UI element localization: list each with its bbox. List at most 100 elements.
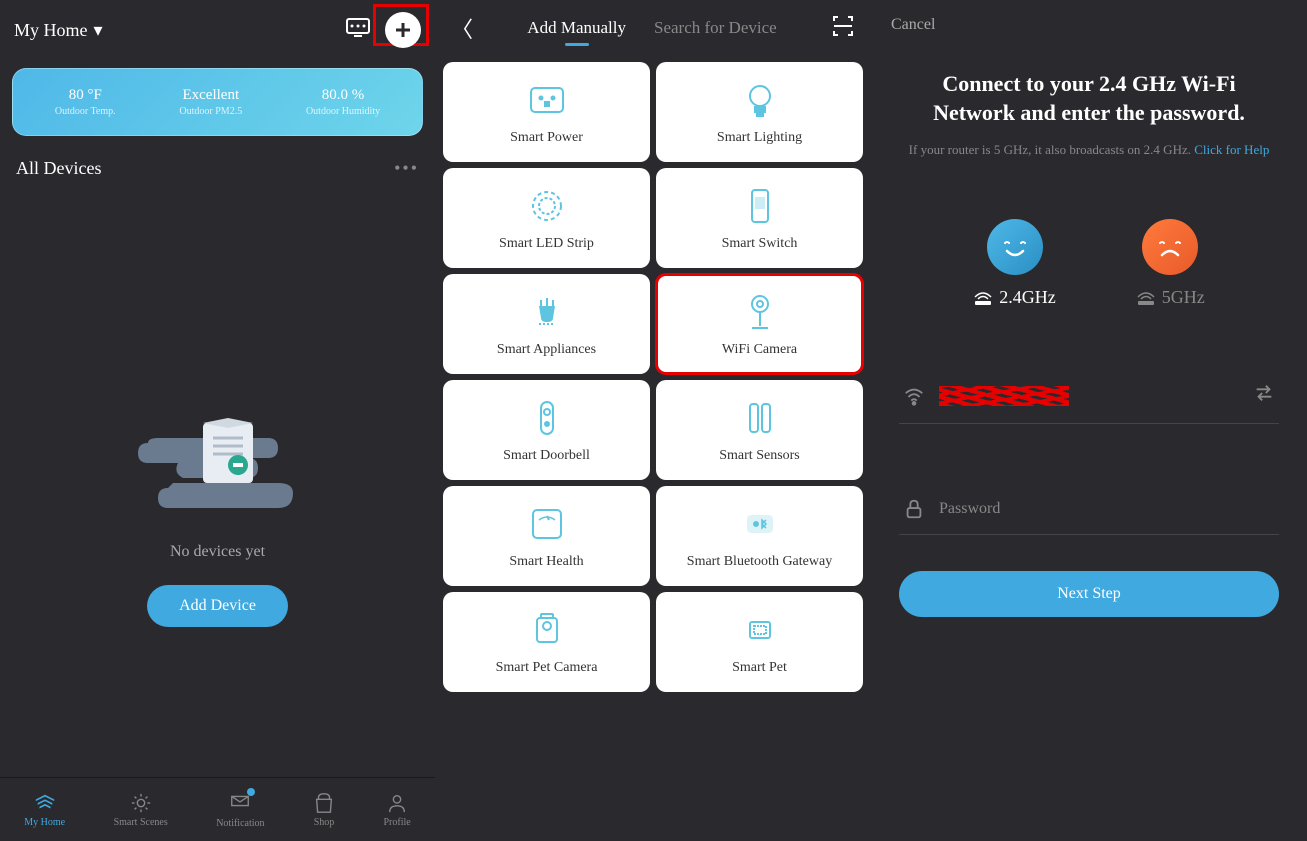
nav-scenes-label: Smart Scenes	[114, 817, 168, 828]
more-icon[interactable]: •••	[394, 158, 419, 179]
sensor-icon	[738, 396, 782, 440]
add-device-screen: 〈 Add Manually Search for Device Smart P…	[435, 0, 871, 841]
bulb-icon	[738, 78, 782, 122]
weather-quality: Excellent Outdoor PM2.5	[179, 87, 242, 117]
empty-illustration-icon	[128, 393, 308, 523]
quality-label: Outdoor PM2.5	[179, 106, 242, 117]
device-smart-switch[interactable]: Smart Switch	[656, 168, 863, 268]
device-label: Smart Switch	[722, 236, 798, 252]
add-device-tabs: Add Manually Search for Device	[527, 18, 776, 38]
temp-label: Outdoor Temp.	[55, 106, 116, 117]
router-icon	[973, 291, 993, 305]
tab-add-manually[interactable]: Add Manually	[527, 18, 626, 38]
add-button[interactable]	[385, 12, 421, 48]
wifi-header: Cancel	[871, 0, 1307, 50]
freq-5ghz[interactable]: 5GHz	[1136, 219, 1205, 308]
ssid-value-redacted[interactable]	[939, 384, 1239, 408]
pet-camera-icon	[525, 608, 569, 652]
appliance-icon	[525, 290, 569, 334]
device-smart-health[interactable]: Smart Health	[443, 486, 650, 586]
device-smart-bluetooth-gateway[interactable]: Smart Bluetooth Gateway	[656, 486, 863, 586]
power-outlet-icon	[525, 78, 569, 122]
home-selector[interactable]: My Home ▾	[14, 20, 103, 41]
temp-value: 80 °F	[55, 87, 116, 104]
password-input-row	[899, 484, 1279, 535]
quality-value: Excellent	[179, 87, 242, 104]
device-label: Smart Power	[510, 130, 583, 146]
notification-badge-icon	[229, 790, 251, 815]
device-smart-sensors[interactable]: Smart Sensors	[656, 380, 863, 480]
scan-icon[interactable]	[831, 14, 855, 43]
device-label: Smart Appliances	[497, 342, 596, 358]
all-devices-label: All Devices	[16, 158, 101, 179]
nav-scenes[interactable]: Smart Scenes	[114, 792, 168, 828]
nav-notification[interactable]: Notification	[216, 790, 264, 829]
next-step-button[interactable]: Next Step	[899, 571, 1279, 617]
device-type-grid: Smart Power Smart Lighting Smart LED Str…	[435, 56, 871, 698]
ssid-input-row	[899, 368, 1279, 424]
device-smart-appliances[interactable]: Smart Appliances	[443, 274, 650, 374]
home-header: My Home ▾	[0, 0, 435, 60]
freq-24ghz[interactable]: 2.4GHz	[973, 219, 1056, 308]
wifi-title: Connect to your 2.4 GHz Wi-Fi Network an…	[899, 70, 1279, 127]
nav-home-label: My Home	[24, 817, 65, 828]
device-smart-power[interactable]: Smart Power	[443, 62, 650, 162]
nav-notification-label: Notification	[216, 818, 264, 829]
pet-feeder-icon	[738, 608, 782, 652]
switch-icon	[738, 184, 782, 228]
empty-text: No devices yet	[170, 543, 265, 561]
cancel-button[interactable]: Cancel	[891, 16, 935, 33]
cast-icon[interactable]	[345, 18, 371, 43]
add-device-button[interactable]: Add Device	[147, 585, 288, 627]
nav-profile-label: Profile	[384, 817, 411, 828]
device-smart-led-strip[interactable]: Smart LED Strip	[443, 168, 650, 268]
wifi-icon	[903, 385, 925, 407]
camera-icon	[738, 290, 782, 334]
humidity-value: 80.0 %	[306, 87, 380, 104]
device-label: Smart Bluetooth Gateway	[687, 554, 832, 570]
nav-home[interactable]: My Home	[24, 792, 65, 828]
weather-card[interactable]: 80 °F Outdoor Temp. Excellent Outdoor PM…	[12, 68, 423, 136]
device-smart-lighting[interactable]: Smart Lighting	[656, 62, 863, 162]
bottom-nav: My Home Smart Scenes Notification Shop P…	[0, 777, 435, 841]
tab-search-device[interactable]: Search for Device	[654, 18, 777, 38]
lock-icon	[903, 498, 925, 520]
chevron-down-icon: ▾	[94, 20, 103, 41]
device-smart-doorbell[interactable]: Smart Doorbell	[443, 380, 650, 480]
device-label: Smart Doorbell	[503, 448, 590, 464]
router-icon	[1136, 291, 1156, 305]
wifi-help-link[interactable]: Click for Help	[1194, 142, 1269, 157]
nav-profile[interactable]: Profile	[384, 792, 411, 828]
password-input[interactable]	[939, 500, 1275, 518]
device-label: Smart Pet Camera	[496, 660, 598, 676]
device-label: Smart Sensors	[719, 448, 800, 464]
sad-face-icon	[1142, 219, 1198, 275]
wifi-content: Connect to your 2.4 GHz Wi-Fi Network an…	[871, 50, 1307, 637]
frequency-selector: 2.4GHz 5GHz	[899, 219, 1279, 308]
happy-face-icon	[987, 219, 1043, 275]
wifi-subtitle: If your router is 5 GHz, it also broadca…	[899, 141, 1279, 159]
led-strip-icon	[525, 184, 569, 228]
device-smart-pet[interactable]: Smart Pet	[656, 592, 863, 692]
freq-24-label: 2.4GHz	[973, 287, 1056, 308]
device-label: WiFi Camera	[722, 342, 797, 358]
weather-humidity: 80.0 % Outdoor Humidity	[306, 87, 380, 117]
humidity-label: Outdoor Humidity	[306, 106, 380, 117]
device-label: Smart Health	[509, 554, 583, 570]
device-smart-pet-camera[interactable]: Smart Pet Camera	[443, 592, 650, 692]
nav-shop[interactable]: Shop	[313, 792, 335, 828]
weather-temp: 80 °F Outdoor Temp.	[55, 87, 116, 117]
home-screen: My Home ▾ 80 °F Outdoor Temp. Excellent …	[0, 0, 435, 841]
gateway-icon	[738, 502, 782, 546]
home-label: My Home	[14, 20, 88, 41]
device-wifi-camera[interactable]: WiFi Camera	[656, 274, 863, 374]
freq-5-label: 5GHz	[1136, 287, 1205, 308]
device-label: Smart LED Strip	[499, 236, 594, 252]
add-device-header: 〈 Add Manually Search for Device	[435, 0, 871, 56]
swap-network-icon[interactable]	[1253, 382, 1275, 409]
scale-icon	[525, 502, 569, 546]
wifi-connect-screen: Cancel Connect to your 2.4 GHz Wi-Fi Net…	[871, 0, 1307, 841]
doorbell-icon	[525, 396, 569, 440]
back-icon[interactable]: 〈	[451, 12, 473, 44]
nav-shop-label: Shop	[314, 817, 335, 828]
